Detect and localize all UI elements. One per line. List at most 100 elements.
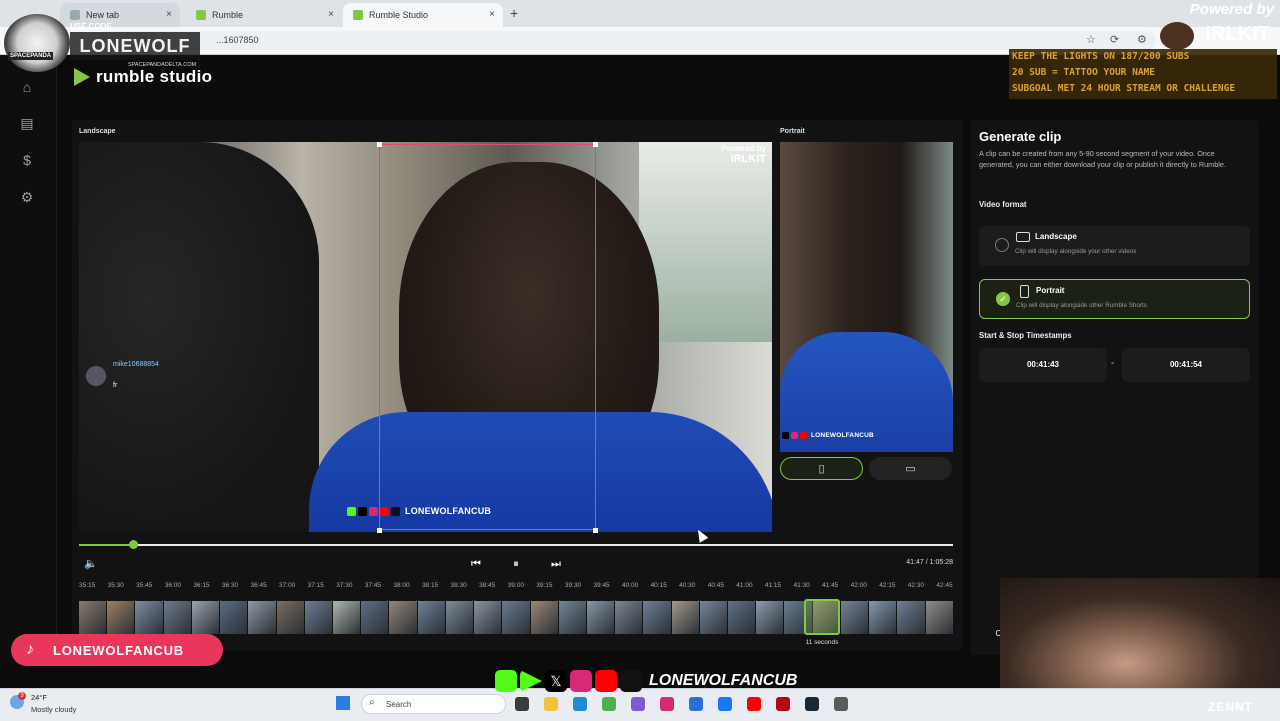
tab-rumble[interactable]: Rumble × — [186, 3, 342, 27]
start-timestamp-field[interactable]: 00:41:43 — [979, 348, 1107, 382]
selected-clip-range[interactable] — [804, 599, 840, 635]
timeline-thumbnail[interactable] — [840, 601, 869, 634]
timeline-tick-label: 36:45 — [250, 582, 267, 589]
skip-forward-icon[interactable]: ⏭ — [550, 558, 562, 570]
profile-icon[interactable]: ⚙ — [1137, 33, 1147, 46]
timeline-thumbnail[interactable] — [558, 601, 586, 634]
tab-rumble-studio[interactable]: Rumble Studio × — [343, 3, 503, 27]
stop-timestamp-field[interactable]: 00:41:54 — [1122, 348, 1250, 382]
timeline-thumbnail[interactable] — [332, 601, 361, 634]
chrome-icon[interactable] — [602, 697, 616, 711]
split-format-toggle[interactable]: ▭ — [869, 457, 952, 480]
timeline-thumbnail[interactable] — [248, 601, 276, 634]
portrait-social-handle: LONEWOLFANCUB — [782, 432, 874, 439]
edge-icon[interactable] — [573, 697, 587, 711]
document-icon[interactable]: ▤ — [18, 114, 36, 132]
timeline-thumbnail[interactable] — [699, 601, 728, 634]
netflix-icon[interactable] — [776, 697, 790, 711]
landscape-option-desc: Clip will display alongside your other v… — [1015, 248, 1137, 255]
timeline-thumbnail[interactable] — [756, 601, 784, 634]
volume-icon[interactable]: 🔈 — [84, 558, 98, 570]
timeline-thumbnail[interactable] — [445, 601, 474, 634]
timeline-thumbnail[interactable] — [869, 601, 897, 634]
bear-mascot-icon — [1160, 22, 1194, 50]
windows-start-icon[interactable] — [336, 696, 350, 710]
dollar-icon[interactable]: $ — [18, 151, 36, 169]
crop-handle-bottom-left[interactable] — [377, 528, 382, 533]
timeline-thumbnail[interactable] — [220, 601, 248, 634]
timeline-thumbnail[interactable] — [925, 601, 953, 634]
taskbar-search[interactable]: Search — [361, 694, 506, 714]
app-icon[interactable] — [631, 697, 645, 711]
timeline-thumbnail[interactable] — [530, 601, 558, 634]
timeline-thumbnail[interactable] — [897, 601, 925, 634]
settings-icon[interactable]: ⚙ — [18, 188, 36, 206]
timeline-tick-label: 37:45 — [364, 582, 382, 589]
timeline-tick-label: 42:30 — [907, 582, 925, 589]
rumble-favicon-icon — [353, 10, 363, 20]
panel-description: A clip can be created from any 5-90 seco… — [979, 149, 1227, 169]
crop-handle-bottom-right[interactable] — [593, 528, 598, 533]
portrait-option[interactable]: ✓ Portrait Clip will display alongside o… — [979, 279, 1250, 319]
skip-back-icon[interactable]: ⏮ — [470, 558, 482, 570]
tiktok-handle-banner: ♪ LONEWOLFANCUB — [11, 634, 223, 666]
portrait-option-title: Portrait — [1036, 286, 1065, 295]
widgets-icon[interactable] — [515, 697, 529, 711]
timeline-tick-label: 38:45 — [479, 582, 496, 589]
weather-temp[interactable]: 24°F — [31, 693, 47, 702]
timeline-thumbnail[interactable] — [79, 601, 107, 634]
store-icon[interactable] — [689, 697, 703, 711]
portrait-format-toggle[interactable]: ▯ — [780, 457, 863, 480]
timeline-thumbnail[interactable] — [643, 601, 671, 634]
timeline-thumbnail[interactable] — [361, 601, 389, 634]
file-explorer-icon[interactable] — [544, 697, 558, 711]
extensions-icon[interactable]: ⟳ — [1110, 33, 1119, 46]
portrait-radio-checked-icon[interactable]: ✓ — [996, 292, 1010, 306]
timeline-thumbnail[interactable] — [671, 601, 699, 634]
rumble-favicon-icon — [196, 10, 206, 20]
crop-handle-top-right[interactable] — [593, 142, 598, 147]
timeline-thumbnail[interactable] — [163, 601, 191, 634]
facebook-icon[interactable] — [718, 697, 732, 711]
timeline-thumbnail[interactable] — [389, 601, 417, 634]
portrait-label: Portrait — [780, 128, 805, 135]
landscape-option[interactable]: Landscape Clip will display alongside yo… — [979, 226, 1250, 266]
timeline-tick-label: 40:15 — [650, 582, 667, 589]
timeline-thumbnail[interactable] — [586, 601, 615, 634]
playback-progress[interactable] — [79, 544, 953, 546]
timeline-thumbnail[interactable] — [615, 601, 643, 634]
instagram-icon[interactable] — [660, 697, 674, 711]
steam-icon[interactable] — [805, 697, 819, 711]
crop-handle-top-left[interactable] — [377, 142, 382, 147]
timeline-tick-label: 39:00 — [507, 582, 524, 589]
portrait-crop-box[interactable] — [379, 144, 596, 530]
timeline-thumbnail[interactable] — [502, 601, 530, 634]
timeline-thumbnail[interactable] — [474, 601, 502, 634]
bookmark-star-icon[interactable]: ☆ — [1086, 33, 1096, 46]
game-icon[interactable] — [834, 697, 848, 711]
panel-title: Generate clip — [979, 129, 1062, 144]
timeline-thumbnail[interactable] — [417, 601, 445, 634]
kick-icon — [495, 670, 517, 692]
new-tab-button[interactable]: + — [510, 5, 518, 21]
url-field[interactable]: ...1607850 — [96, 31, 1156, 50]
close-tab-icon[interactable]: × — [489, 9, 495, 20]
timeline-thumbnail[interactable] — [304, 601, 332, 634]
timeline-thumbnail[interactable] — [107, 601, 135, 634]
timeline-thumbnail[interactable] — [276, 601, 304, 634]
close-tab-icon[interactable]: × — [328, 9, 334, 20]
pause-icon[interactable]: ⏸ — [510, 558, 522, 570]
timeline-thumbnail[interactable] — [135, 601, 163, 634]
landscape-radio[interactable] — [995, 238, 1009, 252]
youtube-icon — [800, 432, 807, 439]
youtube-icon[interactable] — [747, 697, 761, 711]
sub-goals-overlay: KEEP THE LIGHTS ON 187/200 SUBS 20 SUB =… — [1009, 49, 1277, 99]
goal-line: KEEP THE LIGHTS ON 187/200 SUBS — [1012, 51, 1190, 62]
home-icon[interactable]: ⌂ — [18, 78, 36, 96]
timeline-thumbnail[interactable] — [191, 601, 220, 634]
weather-desc[interactable]: Mostly cloudy — [31, 705, 76, 714]
close-tab-icon[interactable]: × — [166, 9, 172, 20]
timeline-thumbnail[interactable] — [728, 601, 756, 634]
rumble-studio-logo[interactable]: rumble studio — [74, 66, 212, 88]
search-icon: ⌕ — [369, 697, 375, 708]
